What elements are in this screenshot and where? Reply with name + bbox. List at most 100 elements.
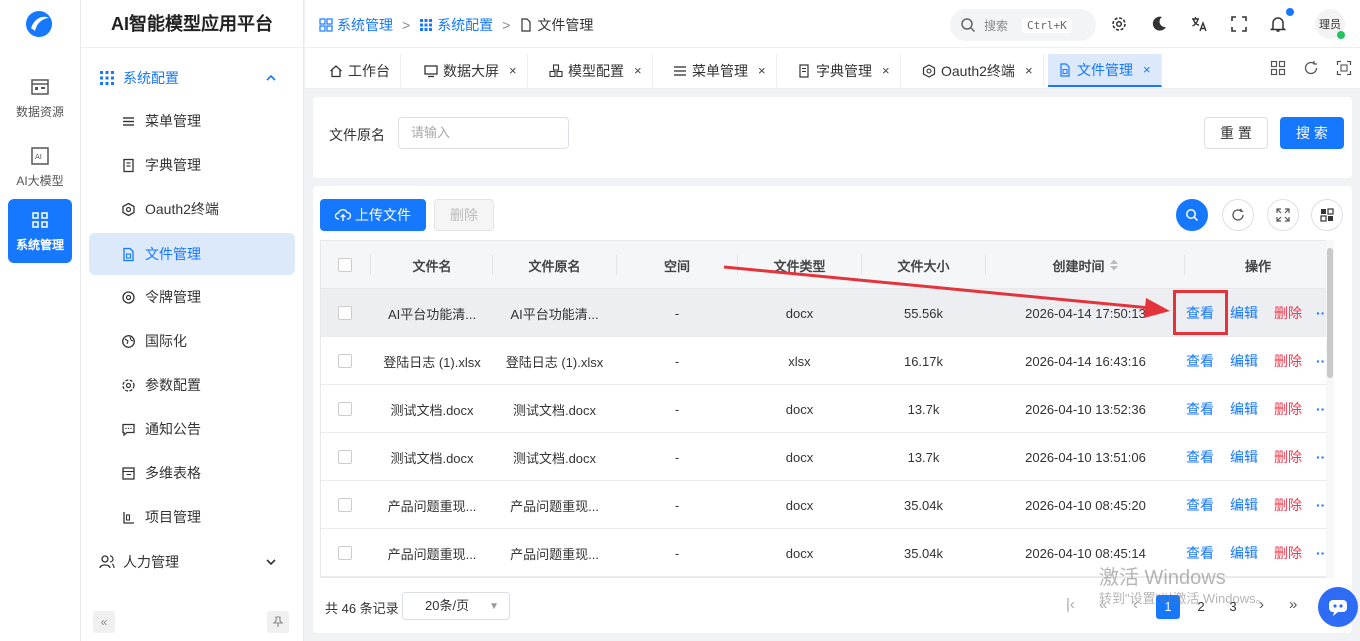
row-checkbox[interactable] [338,402,352,416]
row-checkbox[interactable] [338,306,352,320]
tab-close-icon[interactable]: × [882,63,890,78]
sidebar-item-token[interactable]: 令牌管理 [89,276,295,318]
table-row[interactable]: 测试文档.docx 测试文档.docx - docx 13.7k 2026-04-10 1… [321,385,1329,433]
tab-menu-management[interactable]: 菜单管理 × [663,54,777,87]
delete-button[interactable]: 删除 [1274,303,1302,323]
row-checkbox[interactable] [338,354,352,368]
global-search[interactable]: 搜索 Ctrl+K [950,9,1096,41]
select-all-checkbox[interactable] [338,258,352,272]
edit-button[interactable]: 编辑 [1230,351,1258,371]
sidebar-item-i18n[interactable]: 国际化 [89,320,295,362]
tab-model-config[interactable]: 模型配置 × [539,54,653,87]
avatar[interactable]: 理员 [1315,9,1345,39]
tab-file-management[interactable]: 文件管理 × [1048,54,1162,87]
sidebar-item-multi-table[interactable]: 多维表格 [89,452,295,494]
edit-button[interactable]: 编辑 [1230,495,1258,515]
breadcrumb: 系统管理 > 系统配置 > 文件管理 [319,15,593,35]
sidebar-item-oauth2[interactable]: Oauth2终端 [89,188,295,230]
moon-icon[interactable] [1150,15,1168,33]
pin-button[interactable] [267,611,289,633]
collapse-sidebar-button[interactable]: « [93,611,115,633]
edit-button[interactable]: 编辑 [1230,399,1258,419]
tab-close-icon[interactable]: × [758,63,766,78]
edit-button[interactable]: 编辑 [1230,303,1258,323]
view-button[interactable]: 查看 [1186,495,1214,515]
refresh-button[interactable] [1222,199,1254,231]
view-button[interactable]: 查看 [1186,543,1214,563]
delete-button[interactable]: 删除 [1274,543,1302,563]
cell-time: 2026-04-14 17:50:13 [1025,305,1146,321]
view-button[interactable]: 查看 [1186,351,1214,371]
upload-file-button[interactable]: 上传文件 [320,199,426,231]
project-icon [123,511,134,524]
rail-item-system-admin[interactable]: 系统管理 [8,199,72,263]
delete-button[interactable]: 删除 [1274,447,1302,467]
pin-icon [272,616,284,627]
sidebar-item-project[interactable]: 项目管理 [89,496,295,538]
grid-view-icon[interactable] [1270,60,1286,76]
fullscreen-button[interactable] [1267,199,1299,231]
rail-item-ai-model[interactable]: AI AI大模型 [8,135,72,199]
hexagon-icon [122,202,135,216]
table-row[interactable]: 测试文档.docx 测试文档.docx - docx 13.7k 2026-04-10 1… [321,433,1329,481]
tab-data-screen[interactable]: 数据大屏 × [414,54,528,87]
translate-icon[interactable] [1190,15,1208,33]
tab-close-icon[interactable]: × [1025,63,1033,78]
breadcrumb-current: 文件管理 [537,17,594,33]
sidebar-item-dictionary[interactable]: 字典管理 [89,144,295,186]
cell-size: 35.04k [903,497,944,513]
gear-icon[interactable] [1110,15,1128,33]
scrollbar-thumb[interactable] [1327,248,1333,378]
tab-close-icon[interactable]: × [1143,62,1151,77]
page-size-select[interactable]: 20条/页 ▼ [402,592,510,620]
sidebar-group-system-config[interactable]: 系统配置 [89,56,295,100]
sort-icon[interactable] [1109,258,1119,272]
original-filename-input[interactable]: 请输入 [398,117,569,149]
edit-button[interactable]: 编辑 [1230,543,1258,563]
toggle-search-button[interactable] [1176,199,1208,231]
first-page-icon[interactable]: |‹ [1066,596,1075,613]
cell-space: - [674,353,680,369]
view-button[interactable]: 查看 [1186,447,1214,467]
chat-assistant-button[interactable] [1318,587,1358,627]
sidebar-item-menu[interactable]: 菜单管理 [89,100,295,142]
reset-button[interactable]: 重 置 [1204,117,1268,149]
row-checkbox[interactable] [338,546,352,560]
table-row[interactable]: 登陆日志 (1).xlsx 登陆日志 (1).xlsx - xlsx 16.17k 202… [321,337,1329,385]
breadcrumb-item[interactable]: 系统配置 [437,15,493,35]
delete-button[interactable]: 删除 [1274,351,1302,371]
table-header: 文件名 文件原名 空间 文件类型 文件大小 创建时间 操作 [321,241,1329,289]
sidebar-item-notice[interactable]: 通知公告 [89,408,295,450]
tab-close-icon[interactable]: × [634,63,642,78]
row-checkbox[interactable] [338,450,352,464]
tab-workbench[interactable]: 工作台 [319,54,401,87]
view-button[interactable]: 查看 [1186,399,1214,419]
column-header: 文件大小 [897,258,950,274]
next-jump-icon[interactable]: » [1289,596,1297,613]
tab-oauth2[interactable]: Oauth2终端 × [912,54,1044,87]
tab-close-icon[interactable]: × [509,63,517,78]
delete-button[interactable]: 删除 [1274,495,1302,515]
edit-button[interactable]: 编辑 [1230,447,1258,467]
sidebar-item-file-management[interactable]: 文件管理 [89,233,295,275]
maximize-icon[interactable] [1336,60,1352,76]
avatar-name: 理员 [1319,19,1341,31]
refresh-icon[interactable] [1303,60,1319,76]
table-scrollbar[interactable] [1326,240,1334,578]
row-checkbox[interactable] [338,498,352,512]
table-row[interactable]: 产品问题重现... 产品问题重现... - docx 35.04k 2026-04-10 … [321,481,1329,529]
delete-button[interactable]: 删除 [1274,399,1302,419]
sidebar: AI智能模型应用平台 系统配置 菜单管理 字典管理 Oauth2终端 文件管理 … [81,0,304,641]
search-button[interactable]: 搜 索 [1280,117,1344,149]
batch-delete-button[interactable]: 删除 [434,199,494,231]
sidebar-item-params[interactable]: 参数配置 [89,364,295,406]
column-settings-button[interactable] [1311,199,1343,231]
app-title: AI智能模型应用平台 [81,0,303,48]
sidebar-group-hr[interactable]: 人力管理 [89,540,295,584]
bell-icon[interactable] [1269,15,1287,33]
rail-item-data-resources[interactable]: 数据资源 [8,66,72,130]
tab-dictionary[interactable]: 字典管理 × [787,54,901,87]
sortable-column-header[interactable]: 创建时间 [986,241,1185,289]
fullscreen-icon[interactable] [1230,15,1248,33]
breadcrumb-item[interactable]: 系统管理 [337,15,393,35]
